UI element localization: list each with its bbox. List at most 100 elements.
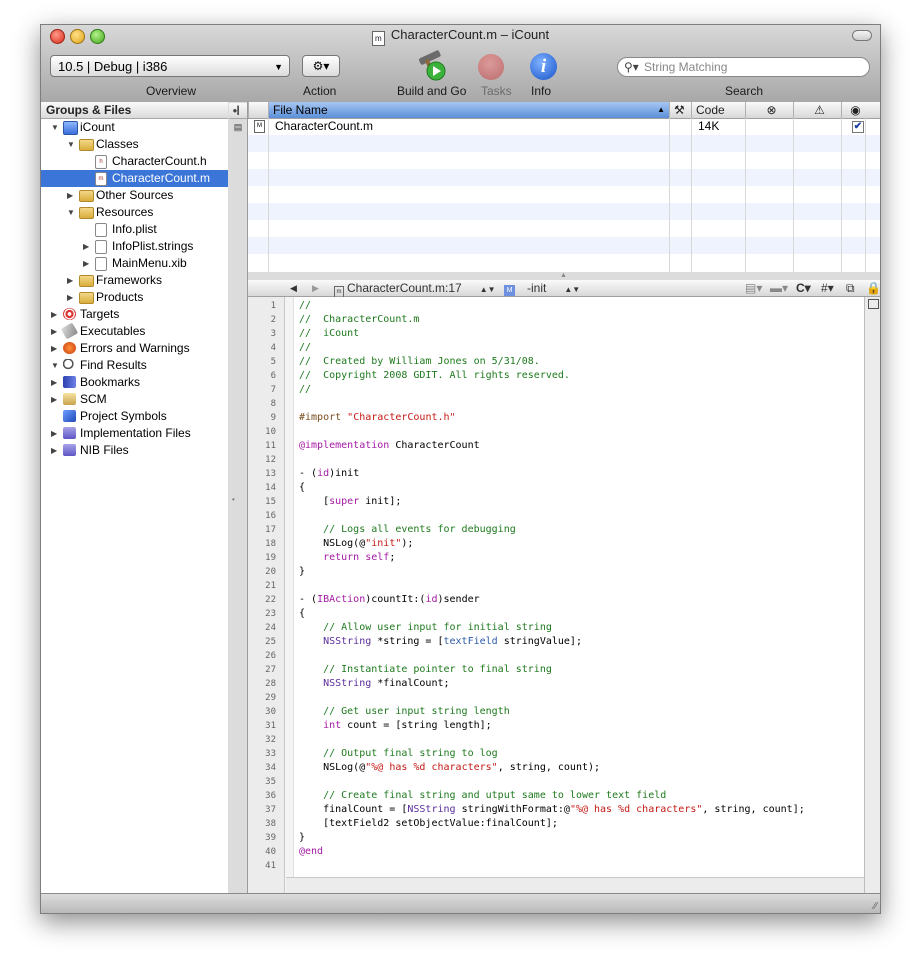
- split-editor-icon[interactable]: [868, 299, 879, 309]
- sidebar-item[interactable]: ▶ SCM: [41, 391, 228, 408]
- disclosure-open-icon[interactable]: ▼: [51, 357, 61, 374]
- sidebar-item[interactable]: ▼ Resources: [41, 204, 228, 221]
- code-editor[interactable]: 1 2 3 4 5 6 7 8 9 10 11 12 13 14 15 16 17 18 19 20 21 22 23 24 2…: [248, 297, 880, 893]
- sidebar-item[interactable]: Info.plist: [41, 221, 228, 238]
- disclosure-closed-icon[interactable]: ▶: [51, 374, 61, 391]
- sidebar-item[interactable]: Project Symbols: [41, 408, 228, 425]
- includes-label: #: [821, 281, 828, 295]
- sidebar-item[interactable]: ▶ Executables: [41, 322, 228, 340]
- disclosure-closed-icon[interactable]: ▶: [67, 187, 77, 204]
- disclosure-open-icon[interactable]: ▼: [67, 136, 77, 153]
- code-token: CharacterCount: [389, 440, 480, 451]
- sidebar-menu-icon[interactable]: ▤: [229, 120, 247, 134]
- table-row[interactable]: [248, 220, 880, 237]
- sidebar-item[interactable]: ▶ Products: [41, 289, 228, 306]
- editor-vertical-scrollbar[interactable]: [864, 297, 880, 893]
- action-button[interactable]: ⚙▾: [302, 55, 340, 77]
- disclosure-closed-icon[interactable]: ▶: [83, 255, 93, 272]
- sidebar-column-button[interactable]: ●▎: [229, 103, 247, 119]
- line-number-gutter[interactable]: 1 2 3 4 5 6 7 8 9 10 11 12 13 14 15 16 17 18 19 20 21 22 23 24 2…: [248, 297, 285, 893]
- sidebar-item[interactable]: ▶ Other Sources: [41, 187, 228, 204]
- class-hierarchy-popup[interactable]: C▾: [796, 280, 811, 296]
- search-field[interactable]: ⚲▾ String Matching: [617, 57, 870, 77]
- sidebar-item[interactable]: ▶ Frameworks: [41, 272, 228, 289]
- column-errors[interactable]: ⊗: [745, 102, 793, 118]
- disclosure-closed-icon[interactable]: ▶: [51, 425, 61, 442]
- breakpoints-popup[interactable]: ▬▾: [770, 280, 788, 296]
- line-number: 35: [265, 777, 276, 787]
- counterpart-icon[interactable]: ⧉: [846, 280, 855, 296]
- table-row[interactable]: [248, 203, 880, 220]
- file-history-popup[interactable]: m CharacterCount.m:17 ▲▼: [334, 280, 496, 298]
- table-row[interactable]: [248, 169, 880, 186]
- sidebar-item-label: Resources: [96, 205, 154, 219]
- disclosure-closed-icon[interactable]: ▶: [67, 289, 77, 306]
- overview-popup[interactable]: 10.5 | Debug | i386 ▼: [50, 55, 290, 77]
- build-and-go-icon[interactable]: [415, 50, 449, 82]
- function-popup[interactable]: M -init ▲▼: [504, 280, 580, 298]
- info-icon[interactable]: i: [530, 53, 557, 80]
- line-number: 30: [265, 707, 276, 717]
- code-size-cell: 14K: [698, 119, 720, 133]
- code-token: textField: [443, 636, 498, 647]
- editor-horizontal-scrollbar[interactable]: [286, 877, 864, 894]
- disclosure-closed-icon[interactable]: ▶: [51, 442, 61, 459]
- column-build[interactable]: ⚒: [669, 102, 691, 118]
- line-number: 14: [265, 483, 276, 493]
- target-checkbox[interactable]: ✔: [852, 121, 864, 133]
- disclosure-closed-icon[interactable]: ▶: [83, 238, 93, 255]
- code-token: // Instantiate pointer to final string: [299, 664, 552, 675]
- column-code[interactable]: Code: [691, 102, 745, 118]
- sidebar-item[interactable]: ▶ Bookmarks: [41, 374, 228, 391]
- sidebar-item[interactable]: ▶ Implementation Files: [41, 425, 228, 442]
- table-row[interactable]: [248, 135, 880, 152]
- sidebar-item[interactable]: ▼ iCount: [41, 119, 228, 136]
- table-row[interactable]: [248, 152, 880, 169]
- forward-arrow-icon[interactable]: ▶: [312, 280, 319, 296]
- includes-popup[interactable]: #▾: [821, 280, 834, 296]
- resize-grip-icon[interactable]: ∕∕: [874, 901, 877, 912]
- code-token: *finalCount;: [371, 678, 450, 689]
- code-token: super: [329, 496, 360, 507]
- table-row[interactable]: M CharacterCount.m 14K ✔: [248, 118, 880, 135]
- table-row[interactable]: [248, 237, 880, 254]
- line-number: 19: [265, 553, 276, 563]
- grip-icon: •: [232, 495, 235, 504]
- code-folding-ribbon[interactable]: [285, 297, 294, 893]
- sidebar-item[interactable]: ▶ MainMenu.xib: [41, 255, 228, 272]
- sidebar-item[interactable]: ▶ Targets: [41, 306, 228, 323]
- sidebar-item[interactable]: ▶ Errors and Warnings: [41, 340, 228, 357]
- code-token: // Created by William Jones on 5/31/08.: [299, 356, 540, 367]
- line-number: 25: [265, 637, 276, 647]
- column-target[interactable]: ◉: [841, 102, 865, 118]
- back-arrow-icon[interactable]: ◀: [290, 280, 297, 296]
- sidebar-item[interactable]: ▶ NIB Files: [41, 442, 228, 459]
- table-row[interactable]: [248, 186, 880, 203]
- column-file-name[interactable]: File Name ▲: [268, 102, 669, 118]
- line-number: 21: [265, 581, 276, 591]
- sidebar-item[interactable]: m CharacterCount.m: [41, 170, 228, 187]
- disclosure-closed-icon[interactable]: ▶: [51, 323, 61, 340]
- sidebar-splitter[interactable]: •: [228, 102, 248, 893]
- toolbar-toggle-button[interactable]: [852, 30, 872, 41]
- disclosure-closed-icon[interactable]: ▶: [51, 306, 61, 323]
- disclosure-closed-icon[interactable]: ▶: [51, 340, 61, 357]
- code-token: - (: [299, 594, 318, 605]
- sidebar-item[interactable]: ▼ Classes: [41, 136, 228, 153]
- disclosure-open-icon[interactable]: ▼: [51, 119, 61, 136]
- line-number: 26: [265, 651, 276, 661]
- bookmarks-popup[interactable]: ▤▾: [745, 280, 762, 296]
- table-row[interactable]: [248, 254, 880, 271]
- sidebar-item[interactable]: ▶ InfoPlist.strings: [41, 238, 228, 255]
- target-icon: [63, 308, 76, 320]
- disclosure-open-icon[interactable]: ▼: [67, 204, 77, 221]
- sidebar-item[interactable]: ▼ Find Results: [41, 357, 228, 374]
- disclosure-closed-icon[interactable]: ▶: [51, 391, 61, 408]
- disclosure-closed-icon[interactable]: ▶: [67, 272, 77, 289]
- lock-icon[interactable]: 🔒: [866, 280, 880, 296]
- column-icon-header[interactable]: [248, 102, 268, 118]
- column-warnings[interactable]: ⚠: [793, 102, 841, 118]
- sidebar-item[interactable]: h CharacterCount.h: [41, 153, 228, 170]
- magnifier-icon: [63, 359, 76, 371]
- code-token: // iCount: [299, 328, 360, 339]
